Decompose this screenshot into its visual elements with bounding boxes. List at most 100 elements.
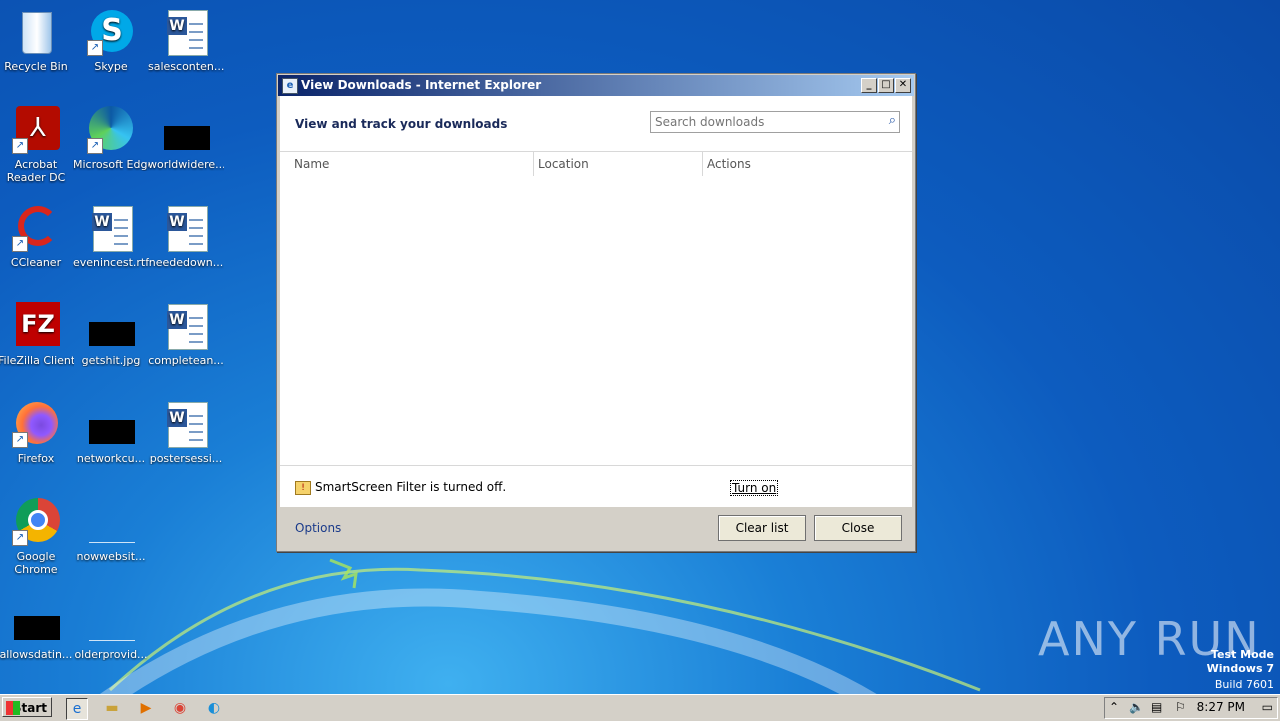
blank-file-icon bbox=[87, 498, 135, 546]
black-thumbnail-icon bbox=[12, 596, 60, 644]
search-input[interactable] bbox=[653, 113, 877, 131]
close-button[interactable]: Close bbox=[814, 515, 902, 541]
edge-taskbar-icon[interactable]: ◐ bbox=[204, 698, 224, 718]
desktop-icon-label: Google Chrome bbox=[14, 550, 58, 576]
start-button[interactable]: Start bbox=[2, 697, 52, 717]
shortcut-arrow-icon: ↗ bbox=[87, 138, 103, 154]
desktop-icon-nowwebsit[interactable]: nowwebsit... bbox=[73, 498, 149, 563]
search-box[interactable]: ⌕ bbox=[650, 111, 900, 133]
divider bbox=[280, 151, 912, 152]
ie-taskbar-icon[interactable]: e bbox=[66, 698, 88, 720]
minimize-button[interactable]: _ bbox=[861, 78, 877, 93]
search-icon[interactable]: ⌕ bbox=[889, 113, 896, 128]
warning-shield-icon: ! bbox=[295, 480, 311, 495]
desktop-icon-label: nowwebsit... bbox=[76, 550, 146, 563]
turn-on-smartscreen-link[interactable]: Turn on bbox=[730, 480, 779, 496]
word-document-icon: W bbox=[162, 302, 210, 350]
window-title: View Downloads - Internet Explorer bbox=[301, 78, 542, 92]
shortcut-arrow-icon: ↗ bbox=[12, 138, 28, 154]
maximize-button[interactable]: □ bbox=[878, 78, 894, 93]
skype-icon: S ↗ bbox=[87, 8, 135, 56]
black-thumbnail-icon bbox=[162, 106, 210, 154]
word-document-icon: W bbox=[162, 400, 210, 448]
desktop-icon-filezilla[interactable]: FZ FileZilla Client bbox=[0, 302, 74, 367]
volume-icon[interactable]: 🔈 bbox=[1129, 700, 1144, 714]
shortcut-arrow-icon: ↗ bbox=[12, 236, 28, 252]
windows-logo-icon bbox=[6, 701, 20, 715]
show-desktop-icon[interactable]: ▭ bbox=[1262, 700, 1273, 714]
word-document-icon: W bbox=[87, 204, 135, 252]
desktop-icon-networkcu[interactable]: networkcu... bbox=[73, 400, 149, 465]
desktop-icon-chrome[interactable]: ↗ Google Chrome bbox=[0, 498, 74, 576]
shortcut-arrow-icon: ↗ bbox=[87, 40, 103, 56]
chrome-taskbar-icon[interactable]: ◉ bbox=[170, 698, 190, 718]
desktop-icon-label: Recycle Bin bbox=[4, 60, 68, 73]
word-document-icon: W bbox=[162, 8, 210, 56]
desktop-icon-recycle-bin[interactable]: Recycle Bin bbox=[0, 8, 74, 73]
desktop-icon-ccleaner[interactable]: ↗ CCleaner bbox=[0, 204, 74, 269]
desktop-icon-completean[interactable]: W completean... bbox=[148, 302, 224, 367]
column-separator[interactable] bbox=[702, 152, 703, 176]
divider bbox=[280, 465, 912, 466]
desktop-icon-evenincest[interactable]: W evenincest.rtf bbox=[73, 204, 149, 269]
recycle-bin-icon bbox=[12, 8, 60, 56]
build-label: Build 7601 bbox=[1214, 678, 1274, 691]
taskbar: Start e ▬ ▶ ◉ ◐ ⌃ 🔈 ▤ ⚐ 8:27 PM ▭ bbox=[0, 694, 1280, 721]
ie-icon: e bbox=[282, 78, 298, 94]
media-player-taskbar-icon[interactable]: ▶ bbox=[136, 698, 156, 718]
shortcut-arrow-icon: ↗ bbox=[12, 530, 28, 546]
title-bar[interactable]: e View Downloads - Internet Explorer _ □… bbox=[278, 75, 914, 96]
chrome-icon: ↗ bbox=[12, 498, 60, 546]
test-mode-label: Test Mode bbox=[1211, 648, 1274, 661]
view-downloads-window[interactable]: e View Downloads - Internet Explorer _ □… bbox=[276, 73, 916, 552]
desktop-icon-label: FileZilla Client bbox=[0, 354, 74, 367]
desktop-icon-label: Microsoft Edge bbox=[73, 158, 149, 171]
desktop-icon-label: evenincest.rtf bbox=[73, 256, 149, 269]
page-title: View and track your downloads bbox=[295, 117, 508, 131]
column-header-actions[interactable]: Actions bbox=[707, 157, 751, 171]
word-document-icon: W bbox=[162, 204, 210, 252]
desktop-icon-label: allowsdatin... bbox=[0, 648, 73, 661]
network-icon[interactable]: ▤ bbox=[1151, 700, 1162, 714]
edge-icon: ↗ bbox=[87, 106, 135, 154]
close-window-button[interactable]: ✕ bbox=[895, 78, 911, 93]
desktop-icon-edge[interactable]: ↗ Microsoft Edge bbox=[73, 106, 149, 171]
clock[interactable]: 8:27 PM bbox=[1197, 700, 1245, 714]
column-header-name[interactable]: Name bbox=[294, 157, 329, 171]
system-tray: ⌃ 🔈 ▤ ⚐ 8:27 PM ▭ bbox=[1104, 697, 1278, 719]
desktop-icon-salesconten[interactable]: W salesconten... bbox=[148, 8, 224, 73]
action-center-flag-icon[interactable]: ⚐ bbox=[1175, 700, 1186, 714]
desktop-icon-label: Skype bbox=[94, 60, 128, 73]
ccleaner-icon: ↗ bbox=[12, 204, 60, 252]
options-link[interactable]: Options bbox=[295, 521, 341, 535]
desktop-icon-firefox[interactable]: ↗ Firefox bbox=[0, 400, 74, 465]
desktop-icon-allowsdatin[interactable]: allowsdatin... bbox=[0, 596, 74, 661]
downloads-panel: View and track your downloads ⌕ Name Loc… bbox=[280, 96, 912, 507]
desktop-icon-label: postersessi... bbox=[149, 452, 223, 465]
desktop-icon-label: getshit.jpg bbox=[81, 354, 141, 367]
desktop-icon-label: worldwidere... bbox=[148, 158, 224, 171]
explorer-taskbar-icon[interactable]: ▬ bbox=[102, 698, 122, 718]
desktop-icon-label: neededown... bbox=[148, 256, 224, 269]
smartscreen-text: SmartScreen Filter is turned off. bbox=[315, 480, 507, 494]
column-separator[interactable] bbox=[533, 152, 534, 176]
desktop-icon-getshit[interactable]: getshit.jpg bbox=[73, 302, 149, 367]
desktop-icon-postersessi[interactable]: W postersessi... bbox=[148, 400, 224, 465]
clear-list-button[interactable]: Clear list bbox=[718, 515, 806, 541]
desktop-icon-acrobat[interactable]: ⅄ ↗ Acrobat Reader DC bbox=[0, 106, 74, 184]
show-hidden-icons-icon[interactable]: ⌃ bbox=[1109, 700, 1119, 714]
desktop-icon-label: Firefox bbox=[17, 452, 55, 465]
filezilla-icon: FZ bbox=[12, 302, 60, 350]
acrobat-icon: ⅄ ↗ bbox=[12, 106, 60, 154]
desktop-icon-label: olderprovid... bbox=[74, 648, 148, 661]
desktop-icon-olderprovid[interactable]: olderprovid... bbox=[73, 596, 149, 661]
desktop-icon-skype[interactable]: S ↗ Skype bbox=[73, 8, 149, 73]
desktop-icon-label: CCleaner bbox=[10, 256, 62, 269]
desktop-icon-worldwidere[interactable]: worldwidere... bbox=[148, 106, 224, 171]
desktop-icon-neededown[interactable]: W neededown... bbox=[148, 204, 224, 269]
desktop-icon-label: networkcu... bbox=[76, 452, 146, 465]
black-thumbnail-icon bbox=[87, 400, 135, 448]
smartscreen-notice: ! SmartScreen Filter is turned off. bbox=[295, 480, 506, 495]
column-header-location[interactable]: Location bbox=[538, 157, 589, 171]
desktop-icon-label: Acrobat Reader DC bbox=[6, 158, 66, 184]
